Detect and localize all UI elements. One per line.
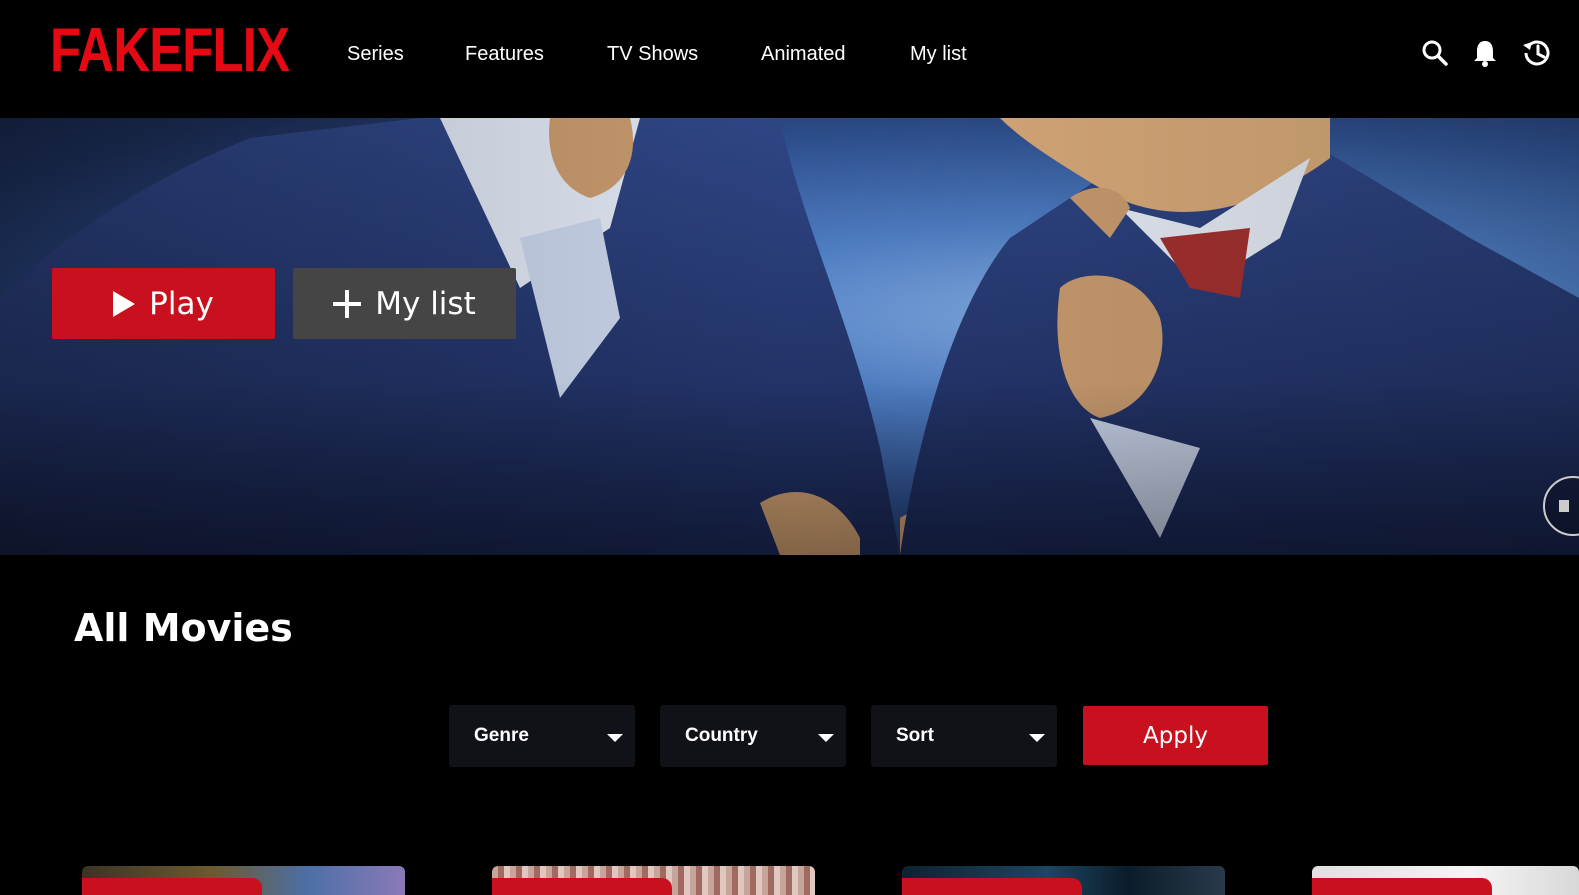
nav-my-list[interactable]: My list [910, 42, 967, 66]
sort-select[interactable]: Sort [871, 705, 1057, 767]
section-title: All Movies [74, 606, 293, 650]
bell-icon[interactable] [1468, 36, 1502, 70]
play-button[interactable]: Play [52, 268, 275, 339]
search-icon[interactable] [1418, 36, 1452, 70]
genre-select-label: Genre [474, 725, 529, 746]
nav-tv-shows[interactable]: TV Shows [607, 42, 698, 66]
plus-icon [333, 289, 362, 318]
card-badge [902, 878, 1082, 895]
nav-animated[interactable]: Animated [761, 42, 846, 66]
hero-banner: Play My list [0, 118, 1579, 555]
caret-down-icon [607, 734, 623, 742]
caret-down-icon [818, 734, 834, 742]
top-header: FAKEFLIX Series Features TV Shows Animat… [0, 0, 1579, 118]
movie-card[interactable] [82, 866, 405, 895]
history-icon[interactable] [1520, 36, 1554, 70]
caret-down-icon [1029, 734, 1045, 742]
sort-select-label: Sort [896, 725, 934, 746]
movie-card[interactable] [1312, 866, 1579, 895]
genre-select[interactable]: Genre [449, 705, 635, 767]
fakeflix-logo[interactable]: FAKEFLIX [50, 20, 290, 82]
my-list-label: My list [375, 285, 476, 322]
next-slide-arrow[interactable] [1543, 476, 1579, 536]
nav-features[interactable]: Features [465, 42, 544, 66]
country-select[interactable]: Country [660, 705, 846, 767]
country-select-label: Country [685, 725, 758, 746]
movie-card[interactable] [492, 866, 815, 895]
nav-series[interactable]: Series [347, 42, 404, 66]
apply-button[interactable]: Apply [1083, 706, 1268, 765]
play-icon [113, 290, 136, 317]
card-badge [492, 878, 672, 895]
add-to-my-list-button[interactable]: My list [293, 268, 516, 339]
card-badge [1312, 878, 1492, 895]
chevron-right-icon [1559, 500, 1569, 512]
movie-card[interactable] [902, 866, 1225, 895]
play-label: Play [149, 285, 214, 322]
card-badge [82, 878, 262, 895]
